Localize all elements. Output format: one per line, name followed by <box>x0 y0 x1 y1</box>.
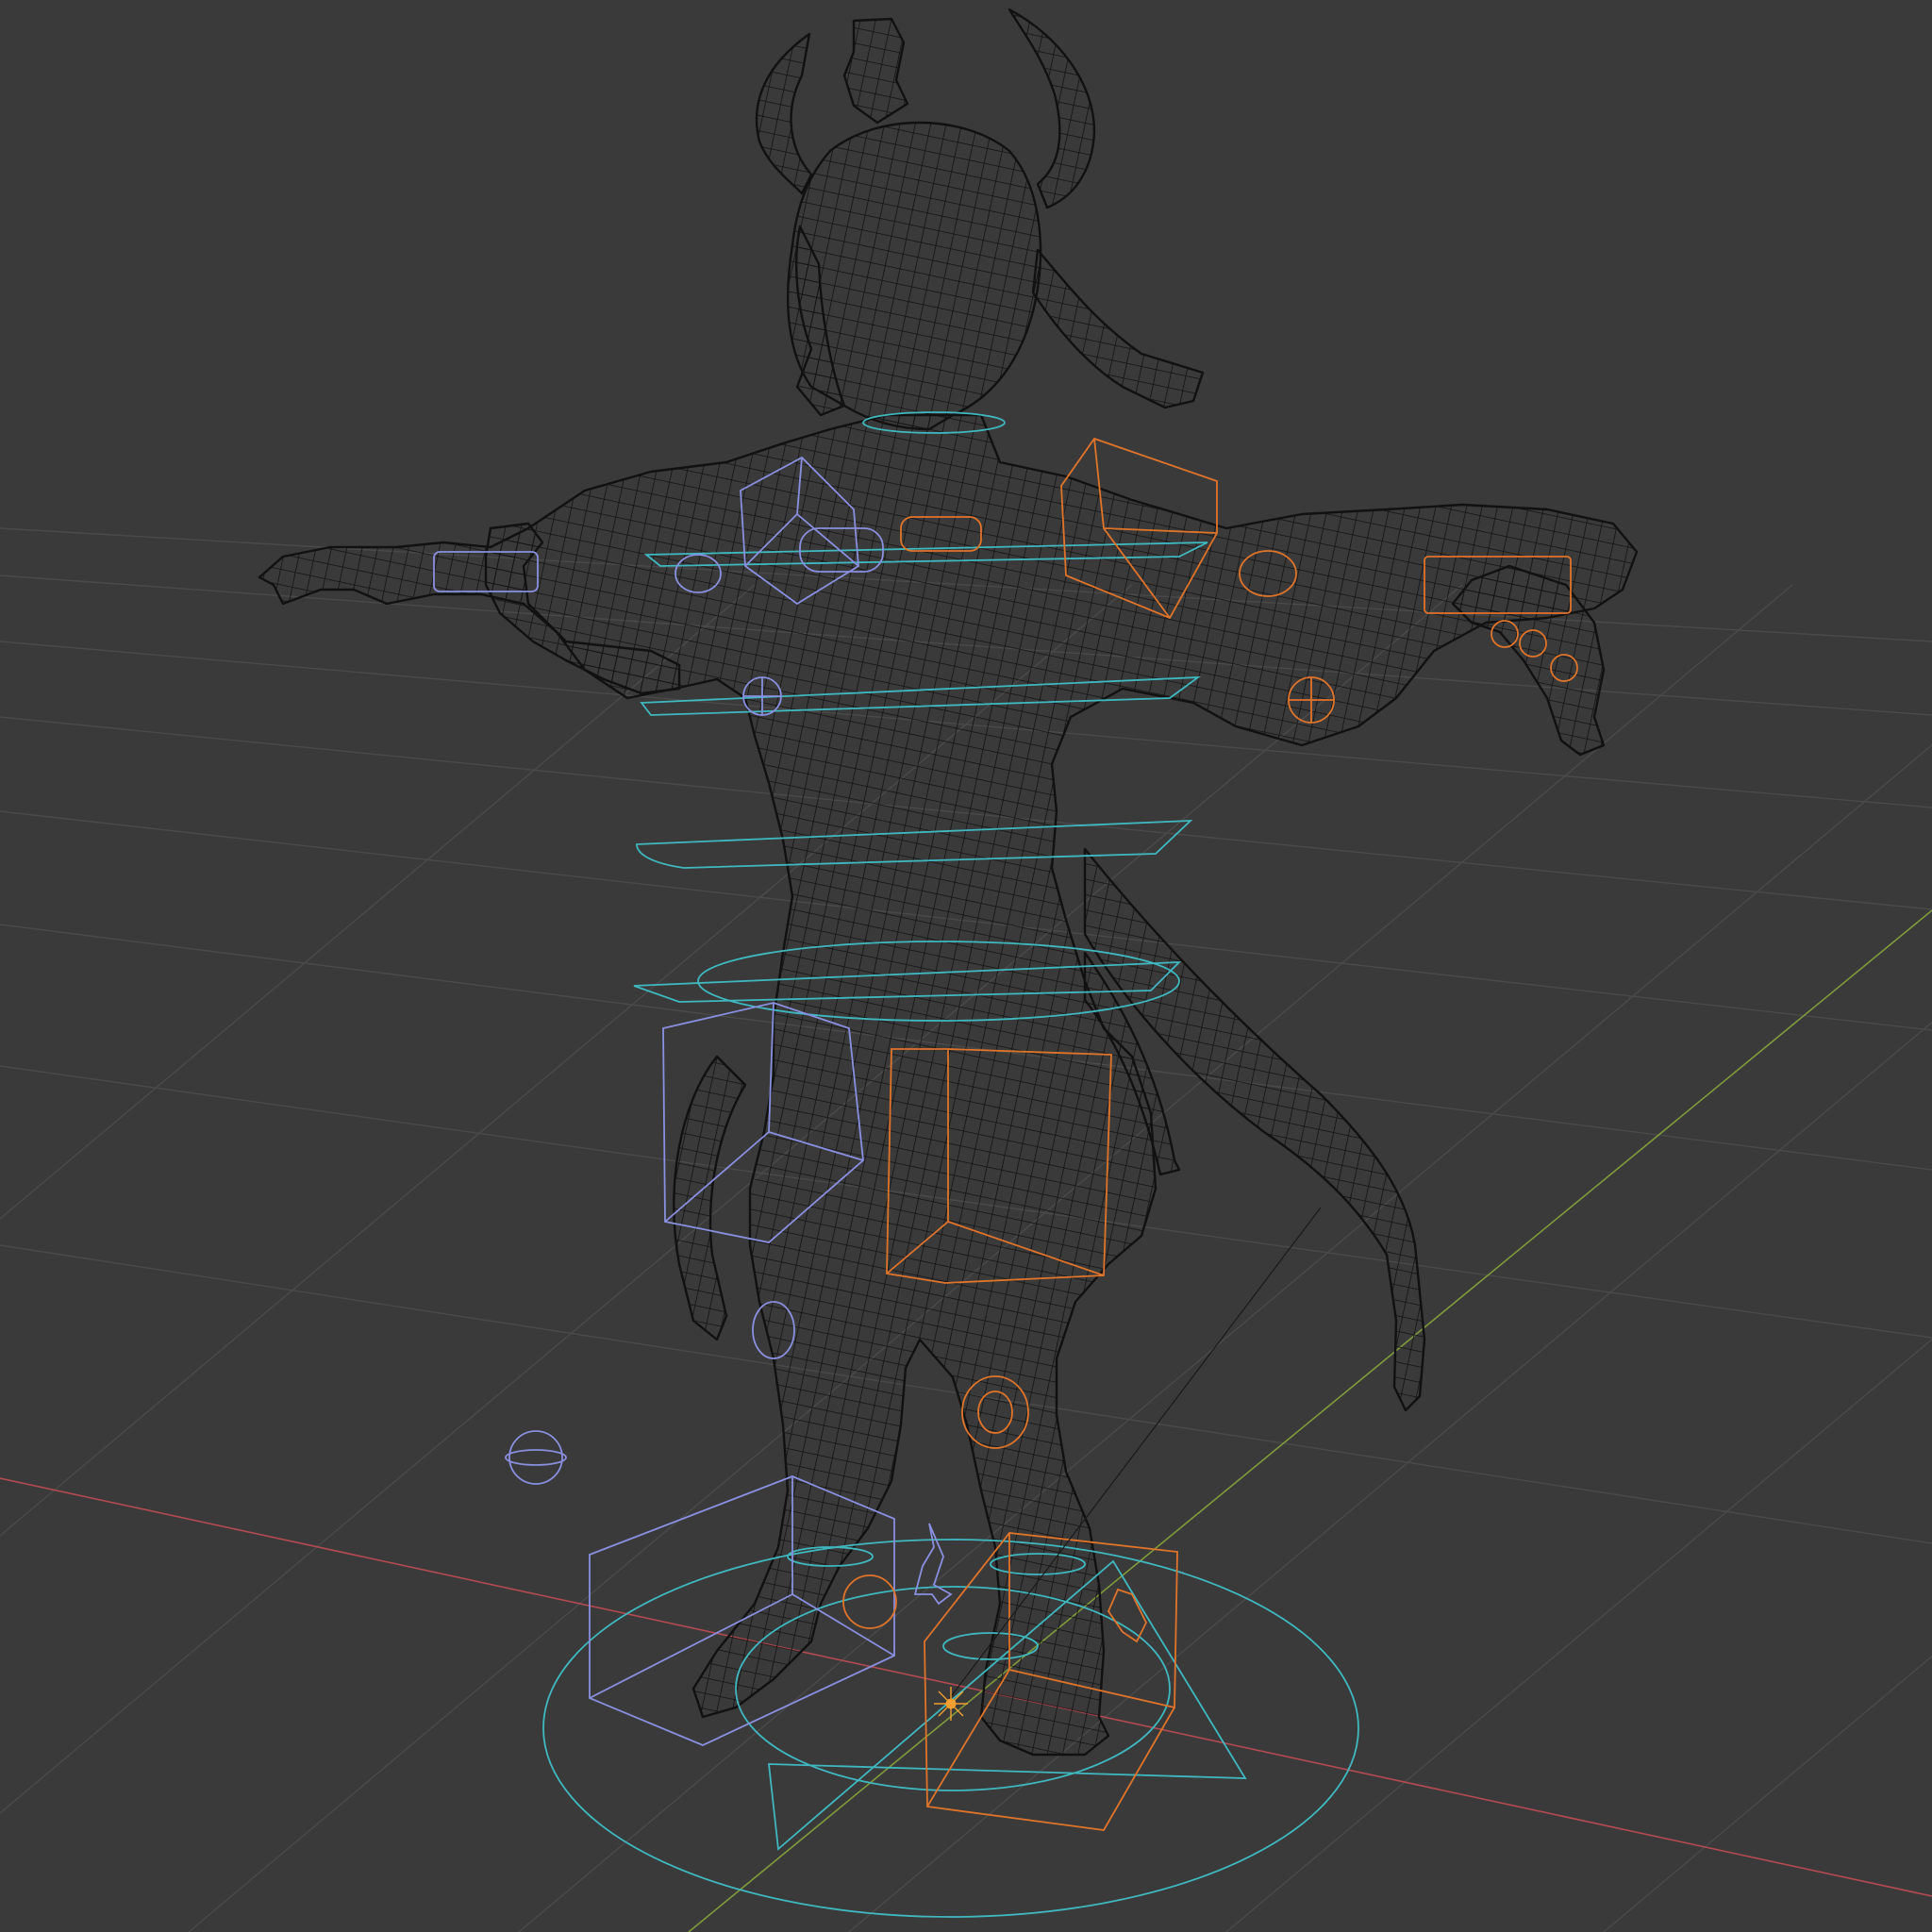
grid-line-col <box>1225 1338 1932 1932</box>
hair-tail <box>1031 248 1205 409</box>
grid-line-col <box>0 584 756 1220</box>
character-mesh[interactable] <box>258 8 1639 1757</box>
3d-viewport[interactable] <box>0 0 1932 1932</box>
right-foot-roll <box>1107 1588 1148 1643</box>
left-knee-pole-ring <box>505 1449 567 1466</box>
viewport-canvas[interactable] <box>0 0 1932 1932</box>
left-horn <box>755 32 813 195</box>
3d-cursor-icon[interactable] <box>934 1687 968 1721</box>
right-foot-pole <box>842 1574 897 1629</box>
left-foot-roll <box>913 1523 953 1606</box>
left-knee-pole <box>508 1430 563 1485</box>
skirt-left-strip <box>673 1055 747 1341</box>
root-circle <box>542 1539 1359 1918</box>
grid-line-col <box>0 584 1463 1814</box>
grid-line-col <box>518 743 1932 1932</box>
head-ornament <box>842 17 909 125</box>
